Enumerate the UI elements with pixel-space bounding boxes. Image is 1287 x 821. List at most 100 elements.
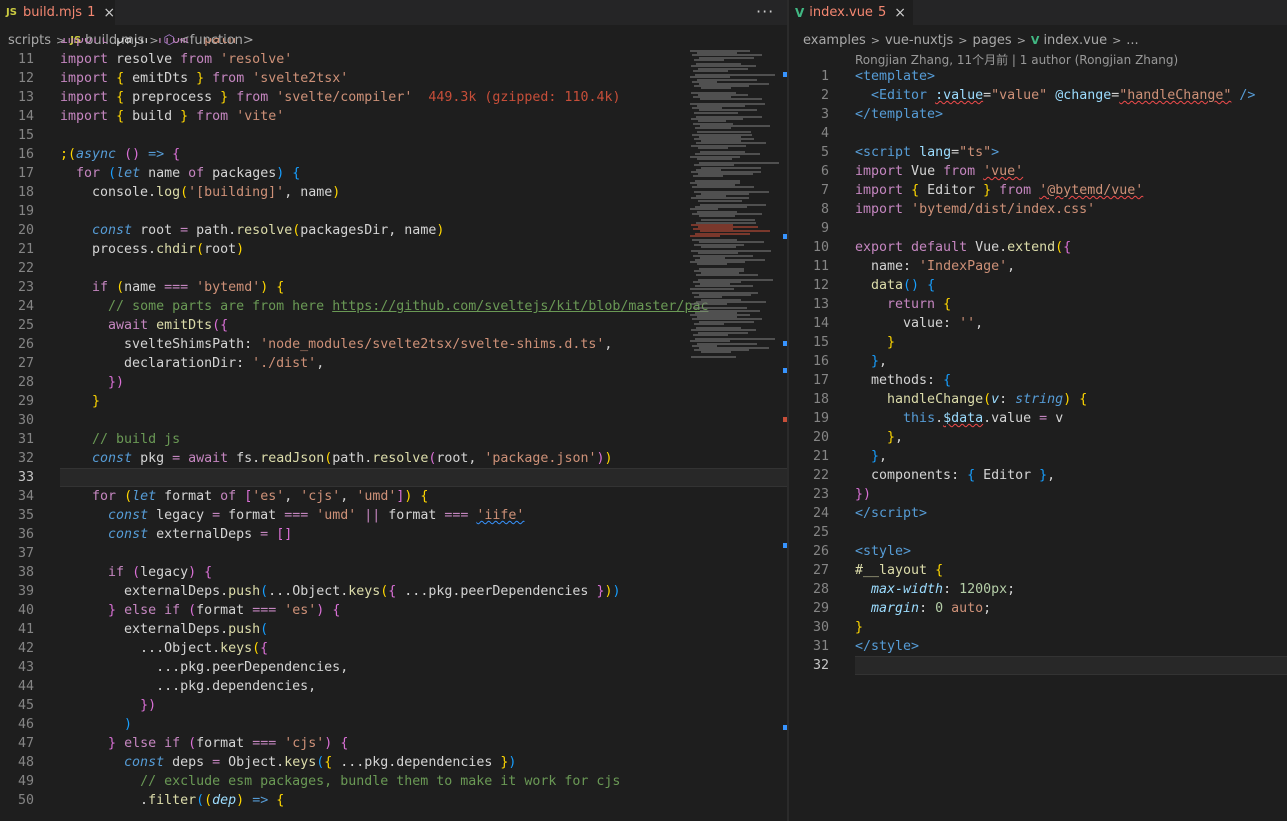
- code-text: export default Vue.extend({: [855, 240, 1072, 255]
- breadcrumb-item-more[interactable]: ...: [1126, 33, 1138, 48]
- line-number: 36: [17, 527, 34, 542]
- minimap-line: [694, 322, 724, 325]
- code-line: 34 for (let format of ['es', 'cjs', 'umd…: [0, 487, 787, 506]
- code-line: 40 } else if (format === 'es') {: [0, 601, 787, 620]
- code-line: 21 process.chdir(root): [0, 240, 787, 259]
- code-text: methods: {: [855, 373, 952, 388]
- line-number: 10: [812, 240, 829, 255]
- line-number: 7: [820, 183, 829, 198]
- code-text: if (legacy) {: [108, 565, 213, 580]
- code-line: 29 }: [0, 392, 787, 411]
- line-number: 29: [17, 394, 34, 409]
- line-number: 15: [17, 128, 34, 143]
- line-number: 25: [17, 318, 34, 333]
- code-text: this.$data.value = v: [903, 411, 1064, 426]
- code-line: 15: [0, 126, 787, 145]
- more-actions-icon[interactable]: ···: [756, 2, 774, 21]
- minimap-line: [701, 87, 731, 90]
- line-number: 38: [17, 565, 34, 580]
- code-line: 42 ...Object.keys({: [0, 639, 787, 658]
- line-number: 41: [17, 622, 34, 637]
- code-text: }): [140, 698, 157, 713]
- code-text: }): [855, 487, 872, 502]
- minimap[interactable]: [690, 50, 782, 370]
- line-number: 17: [812, 373, 829, 388]
- code-line: 27 declarationDir: './dist',: [0, 354, 787, 373]
- code-line: 1 <template>: [789, 67, 1287, 86]
- code-line: 26 <style>: [789, 542, 1287, 561]
- code-line: 28 }): [0, 373, 787, 392]
- line-number: 12: [812, 278, 829, 293]
- breadcrumb: examples > vue-nuxtjs > pages > V index.…: [789, 30, 1287, 50]
- line-number: 28: [812, 582, 829, 597]
- line-number: 11: [17, 52, 34, 67]
- code-text: import { Editor } from '@bytemd/vue': [855, 183, 1144, 198]
- line-number: 49: [17, 774, 34, 789]
- breadcrumb-item-index-vue[interactable]: index.vue: [1043, 33, 1107, 48]
- code-line: 27 #__layout {: [789, 561, 1287, 580]
- current-line-highlight: [60, 468, 787, 487]
- minimap-line: [692, 186, 754, 189]
- code-line: 45 }): [0, 696, 787, 715]
- right-tab-bar: V index.vue 5 ×: [789, 0, 1287, 25]
- line-number: 2: [820, 88, 829, 103]
- code-text: // build js: [92, 432, 181, 447]
- codelens-author[interactable]: Rongjian Zhang, 11个月前 | 1 author (Rongji…: [855, 51, 1178, 68]
- line-number: 28: [17, 375, 34, 390]
- code-line: 13 import { preprocess } from 'svelte/com…: [0, 88, 787, 107]
- code-line: 17 for (let name of packages) {: [0, 164, 787, 183]
- line-number: 26: [812, 544, 829, 559]
- minimap-line: [694, 111, 738, 114]
- minimap-line: [694, 58, 724, 61]
- line-number: 9: [820, 221, 829, 236]
- close-icon[interactable]: ×: [894, 5, 906, 21]
- minimap-line: [693, 175, 723, 178]
- code-line: 41 externalDeps.push(: [0, 620, 787, 639]
- minimap-line: [699, 215, 735, 217]
- code-line: 29 margin: 0 auto;: [789, 599, 1287, 618]
- line-number: 18: [812, 392, 829, 407]
- code-text: },: [871, 354, 888, 369]
- breadcrumb-item-pages[interactable]: pages: [972, 33, 1011, 48]
- code-line: 20 },: [789, 428, 1287, 447]
- code-line: 18 handleChange(v: string) {: [789, 390, 1287, 409]
- code-text: components: { Editor },: [855, 468, 1056, 483]
- line-number: 13: [17, 90, 34, 105]
- line-number: 15: [812, 335, 829, 350]
- line-number: 32: [17, 451, 34, 466]
- code-text: </script>: [855, 506, 928, 521]
- line-number: 4: [820, 126, 829, 141]
- close-icon[interactable]: ×: [103, 5, 115, 21]
- code-text: import { emitDts } from 'svelte2tsx': [60, 71, 349, 86]
- code-editor-build-mjs[interactable]: import path from 'path' 11 import resolve…: [0, 38, 787, 821]
- minimap-line: [701, 245, 736, 248]
- code-text: import resolve from 'resolve': [60, 52, 293, 67]
- code-text: <template>: [855, 69, 936, 84]
- line-number: 23: [17, 280, 34, 295]
- tab-index-vue[interactable]: V index.vue 5 ×: [789, 0, 913, 25]
- code-line: 23 if (name === 'bytemd') {: [0, 278, 787, 297]
- code-line: 18 console.log('[building]', name): [0, 183, 787, 202]
- code-line: 46 ): [0, 715, 787, 734]
- code-editor-index-vue[interactable]: 1 <template> 2 <Editor :value="value" @cha…: [789, 67, 1287, 821]
- line-number: 39: [17, 584, 34, 599]
- line-number: 20: [17, 223, 34, 238]
- right-editor-group: V index.vue 5 × examples > vue-nuxtjs > …: [789, 0, 1287, 821]
- code-text: }): [108, 375, 125, 390]
- line-number: 16: [17, 147, 34, 162]
- line-number: 21: [17, 242, 34, 257]
- code-text: data() {: [871, 278, 936, 293]
- code-line: 11 import resolve from 'resolve': [0, 50, 787, 69]
- tab-build-mjs[interactable]: JS build.mjs 1 ×: [0, 0, 115, 25]
- code-line: 49 // exclude esm packages, bundle them …: [0, 772, 787, 791]
- code-line: 24 // some parts are from here https://g…: [0, 297, 787, 316]
- breadcrumb-item-examples[interactable]: examples: [803, 33, 866, 48]
- problem-count-badge: 1: [87, 5, 96, 20]
- code-line: 19 this.$data.value = v: [789, 409, 1287, 428]
- code-line: 14 value: '',: [789, 314, 1287, 333]
- line-number: 30: [812, 620, 829, 635]
- breadcrumb-item-vue-nuxtjs[interactable]: vue-nuxtjs: [885, 33, 953, 48]
- line-number: 12: [17, 71, 34, 86]
- code-line: 32 const pkg = await fs.readJson(path.re…: [0, 449, 787, 468]
- line-number: 3: [820, 107, 829, 122]
